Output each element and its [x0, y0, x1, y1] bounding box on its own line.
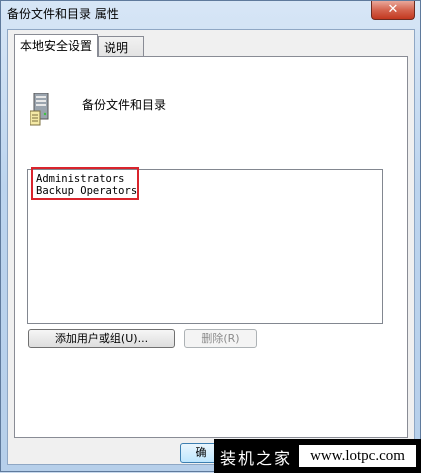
watermark-url: www.lotpc.com: [299, 445, 416, 467]
members-listbox[interactable]: Administrators Backup Operators: [27, 167, 383, 324]
tab-local-security-setting[interactable]: 本地安全设置: [14, 34, 98, 57]
tab-panel: 备份文件和目录 Administrators Backup Operators …: [14, 56, 408, 438]
watermark-brand: 装机之家: [220, 449, 293, 468]
tab-explain[interactable]: 说明: [98, 36, 144, 56]
server-icon: [30, 93, 49, 126]
window-title: 备份文件和目录 属性: [7, 7, 119, 21]
list-item[interactable]: Backup Operators: [36, 185, 137, 197]
tab-label: 本地安全设置: [20, 39, 93, 53]
list-item[interactable]: Administrators: [36, 173, 125, 185]
add-user-or-group-button[interactable]: 添加用户或组(U)...: [28, 329, 175, 348]
dialog-body: 本地安全设置 说明 备份文件和目录 Administrators Backup …: [7, 29, 415, 465]
close-button[interactable]: ✕: [371, 1, 415, 20]
properties-dialog: 备份文件和目录 属性 ✕ 本地安全设置 说明 备份文件和目录 Administr…: [0, 0, 421, 473]
tab-label: 说明: [104, 41, 129, 55]
remove-button[interactable]: 删除(R): [184, 329, 257, 348]
watermark: 装机之家 www.lotpc.com: [214, 439, 421, 473]
title-bar[interactable]: 备份文件和目录 属性 ✕: [1, 1, 420, 25]
policy-name: 备份文件和目录: [82, 98, 167, 112]
close-icon: ✕: [387, 2, 399, 17]
